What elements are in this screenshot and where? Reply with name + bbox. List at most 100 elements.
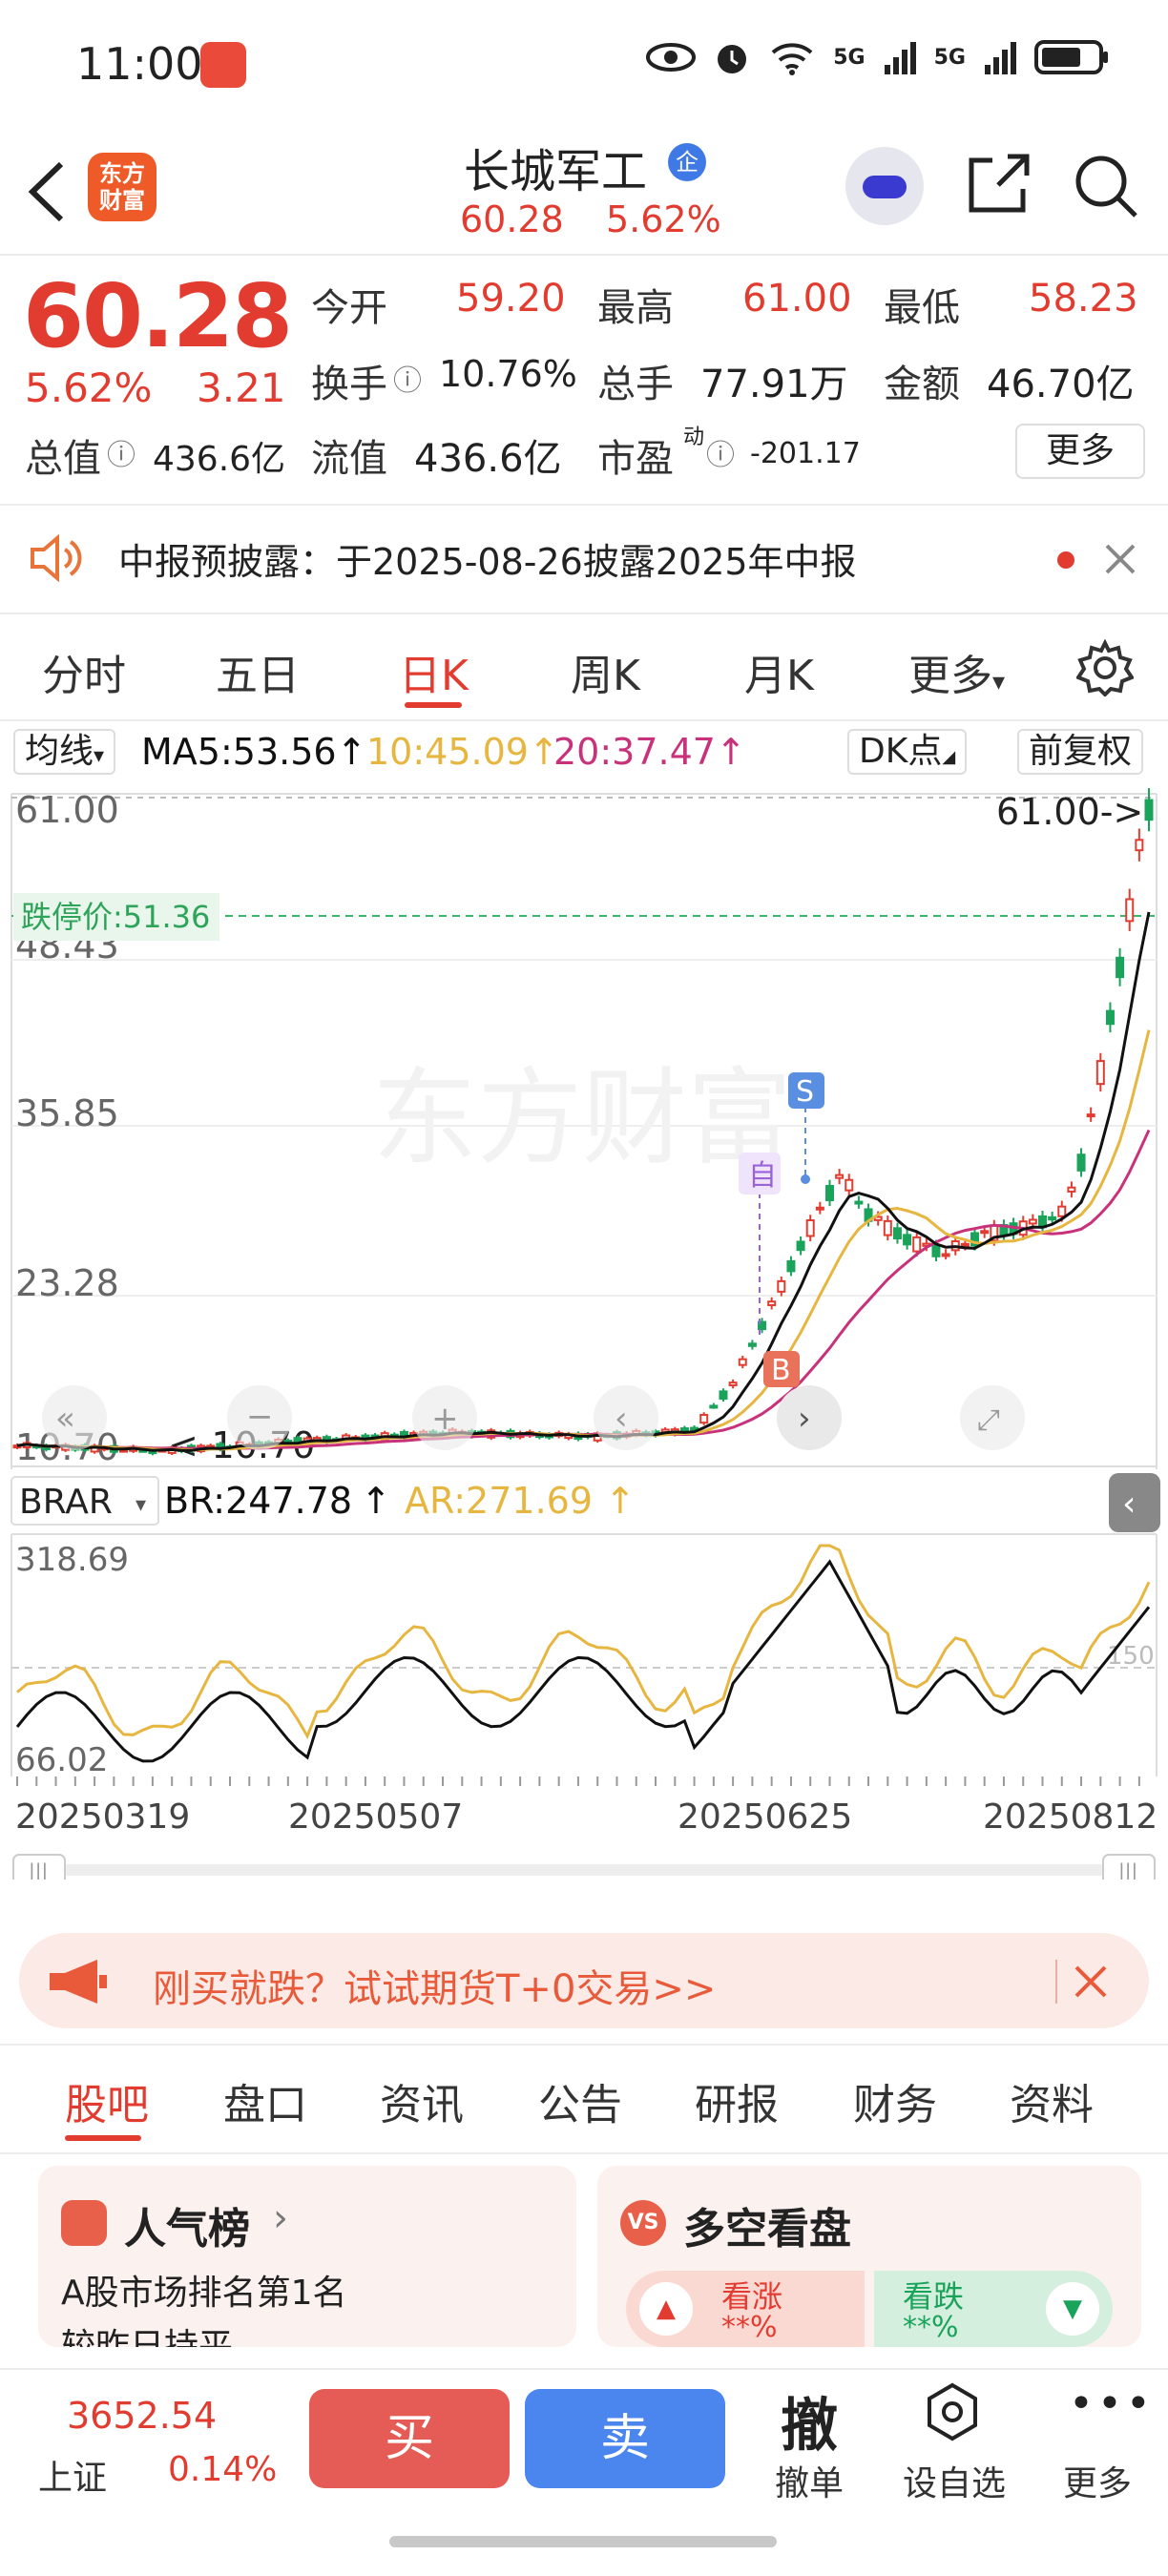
tab-order-book[interactable]: 盘口 [223,2070,307,2131]
ai-assistant-avatar[interactable] [845,147,924,225]
info-icon[interactable]: ⓘ [393,357,422,399]
candle-body [1028,1218,1037,1225]
vs-icon: VS [620,2200,666,2246]
candle-body [941,1253,950,1257]
pe-label: 市盈 [597,437,674,481]
back-arrow-icon[interactable] [23,158,71,225]
popularity-rank: A股市场排名第1名 [61,2274,347,2313]
index-change[interactable]: 0.14% [168,2450,277,2489]
mktcap-value: 436.6亿 [153,440,286,479]
info-icon[interactable]: ⓘ [107,431,136,473]
candle-body [1144,799,1154,821]
tab-weekly-k[interactable]: 周K [571,641,640,702]
tab-intraday[interactable]: 分时 [42,641,126,702]
range-scrollbar[interactable] [13,1864,1155,1876]
app-logo[interactable]: 东方财富 [88,153,156,221]
chevron-right-icon: › [273,2196,288,2240]
volume-label: 总手 [597,363,674,406]
status-icons: 5G 5G [646,38,1111,76]
turnover-value: 10.76% [439,353,577,395]
bear-button[interactable]: 看跌 **% ▼ [874,2271,1113,2347]
caret-down-icon: ▾ [992,668,1006,696]
svg-text:↑: ↑ [361,1480,391,1522]
active-section-indicator [65,2135,141,2141]
candle-body [815,1206,824,1211]
more-label[interactable]: 更多 [1063,2456,1132,2505]
settings-gear-icon[interactable] [1076,639,1134,696]
popularity-card[interactable]: 人气榜 › A股市场排名第1名 较昨日持平 [38,2166,576,2347]
ar-line [16,1544,1151,1740]
limit-down-label: 跌停价:51.36 [21,899,210,935]
buy-button[interactable]: 买 [309,2389,510,2488]
tab-daily-k[interactable]: 日K [399,641,469,702]
speaker-icon [31,534,82,582]
header-price: 60.28 [460,198,564,240]
x-tick: 20250507 [288,1797,463,1837]
search-icon[interactable] [1073,153,1139,219]
buy-marker-label: B [771,1354,791,1387]
high-label: 最高 [597,286,674,330]
more-dots-icon[interactable]: ••• [1069,2379,1155,2428]
x-tick: 20250812 [983,1797,1158,1837]
index-value[interactable]: 3652.54 [67,2395,217,2437]
header-price-summary: 60.28 5.62% [460,198,721,240]
bull-bear-title: 多空看盘 [683,2205,851,2254]
candle-body [728,1381,738,1387]
tab-news[interactable]: 资讯 [380,2070,464,2131]
close-icon[interactable] [1103,542,1137,576]
tab-finance[interactable]: 财务 [853,2070,937,2131]
add-watchlist-icon[interactable] [922,2381,983,2442]
tab-profile[interactable]: 资料 [1010,2070,1094,2131]
network-5g-1: 5G [833,45,866,70]
bull-button[interactable]: ▲ 看涨 **% [626,2271,865,2347]
candle-body [1048,1215,1057,1221]
candle-body [1086,1113,1095,1118]
wifi-icon [771,43,813,75]
divider [0,254,1168,256]
candle-body [1125,898,1135,923]
cancel-order-label[interactable]: 撤单 [775,2456,844,2505]
tab-monthly-k[interactable]: 月K [744,641,814,702]
kline-chart[interactable]: 东方财富 61.00 48.43 35.85 23.28 10.70 跌停价:5… [0,782,1168,1880]
ma-select[interactable]: 均线▾ [13,729,116,775]
open-value: 59.20 [456,277,566,321]
candle-body [892,1227,902,1240]
tab-more[interactable]: 更多▾ [908,641,1005,702]
price-adjust-select[interactable]: 前复权 [1017,729,1144,775]
candle-body [1135,839,1144,852]
notice-bar[interactable]: 中报预披露：于2025-08-26披露2025年中报 [0,506,1168,613]
divider [0,719,1168,721]
info-icon[interactable]: ⓘ [706,431,735,473]
candle-body [931,1244,941,1257]
tab-five-day[interactable]: 五日 [216,641,300,702]
close-icon[interactable] [1073,1963,1109,2000]
tab-guba[interactable]: 股吧 [65,2070,149,2131]
br-legend: BR:247.78 [164,1480,352,1522]
status-time: 11:00 [76,38,203,90]
ar-legend: AR:271.69 [405,1480,593,1522]
svg-text:|||: ||| [1118,1859,1137,1880]
candle-body [845,1178,854,1192]
promo-banner[interactable]: 刚买就跌？试试期货T+0交易>> [19,1933,1149,2028]
y-tick: 23.28 [15,1262,119,1304]
more-quote-button[interactable]: 更多 [1015,424,1145,479]
dk-point-toggle[interactable]: DK点◢ [847,729,968,775]
index-name[interactable]: 上证 [38,2450,107,2500]
bull-bear-card[interactable]: VS 多空看盘 ▲ 看涨 **% 看跌 **% ▼ [597,2166,1141,2347]
expand-icon: ⤢ [977,1403,1000,1437]
candle-body [796,1240,805,1252]
add-watchlist-label[interactable]: 设自选 [903,2456,1006,2505]
candle-body [1105,1009,1115,1026]
sell-button[interactable]: 卖 [525,2389,725,2488]
candle-body [1116,956,1125,979]
signal-icon-1 [884,42,916,74]
home-indicator[interactable] [389,2536,777,2547]
candle-body [912,1236,922,1253]
watermark: 东方财富 [372,1057,792,1179]
tab-research[interactable]: 研报 [695,2070,779,2131]
tab-announcements[interactable]: 公告 [538,2070,622,2131]
cancel-order-icon[interactable]: 撤 [781,2379,838,2462]
network-5g-2: 5G [933,45,966,70]
share-icon[interactable] [966,153,1032,216]
notice-text: 中报预披露：于2025-08-26披露2025年中报 [118,541,857,583]
